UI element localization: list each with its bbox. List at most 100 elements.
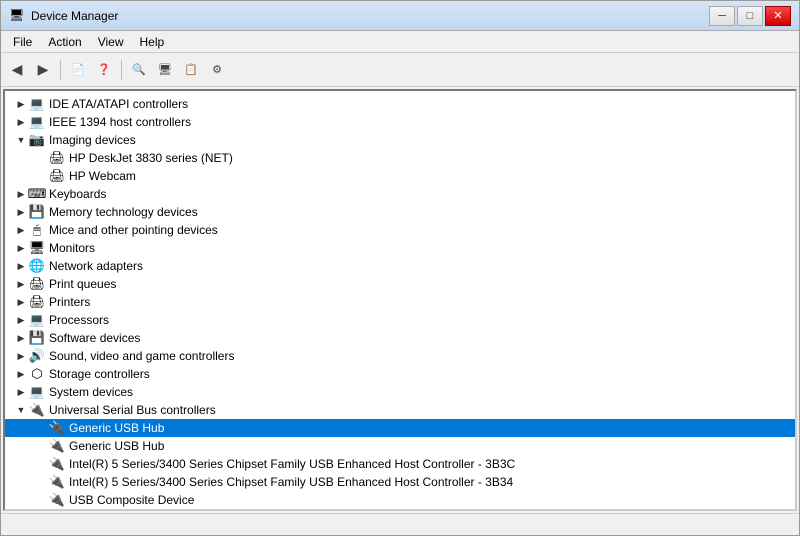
- tree-item-monitors[interactable]: 🖥 Monitors: [5, 239, 795, 257]
- label-hp-deskjet: HP DeskJet 3830 series (NET): [69, 151, 233, 165]
- forward-button[interactable]: ▶: [31, 58, 55, 82]
- menu-help[interactable]: Help: [132, 32, 173, 52]
- expand-sound-video[interactable]: [13, 348, 29, 364]
- expand-storage[interactable]: [13, 366, 29, 382]
- title-bar-controls: ─ □ ✕: [709, 6, 791, 26]
- icon-ide-ata: 💻: [29, 96, 45, 112]
- resource-button[interactable]: 📋: [179, 58, 203, 82]
- expand-memory-tech[interactable]: [13, 204, 29, 220]
- scan-button[interactable]: 🔍: [127, 58, 151, 82]
- label-keyboards: Keyboards: [49, 187, 106, 201]
- tree-item-usb-composite[interactable]: 🔌 USB Composite Device: [5, 491, 795, 509]
- icon-usb-ctrl: 🔌: [29, 402, 45, 418]
- expand-software-dev[interactable]: [13, 330, 29, 346]
- device-button[interactable]: 🖥: [153, 58, 177, 82]
- expand-usb-ctrl[interactable]: [13, 402, 29, 418]
- expand-printers[interactable]: [13, 294, 29, 310]
- icon-monitors: 🖥: [29, 240, 45, 256]
- icon-printers: 🖨: [29, 294, 45, 310]
- label-monitors: Monitors: [49, 241, 95, 255]
- expand-network[interactable]: [13, 258, 29, 274]
- tree-item-storage[interactable]: ⬡ Storage controllers: [5, 365, 795, 383]
- tree-item-ieee1394[interactable]: 💻 IEEE 1394 host controllers: [5, 113, 795, 131]
- expand-system-dev[interactable]: [13, 384, 29, 400]
- tree-item-generic-usb-hub-2[interactable]: 🔌 Generic USB Hub: [5, 437, 795, 455]
- label-imaging: Imaging devices: [49, 133, 136, 147]
- minimize-button[interactable]: ─: [709, 6, 735, 26]
- expand-ieee1394[interactable]: [13, 114, 29, 130]
- tree-item-print-queues[interactable]: 🖨 Print queues: [5, 275, 795, 293]
- label-usb-composite: USB Composite Device: [69, 493, 194, 507]
- label-intel-usb-3b3c: Intel(R) 5 Series/3400 Series Chipset Fa…: [69, 457, 515, 471]
- back-button[interactable]: ◀: [5, 58, 29, 82]
- tree-item-ide-ata[interactable]: 💻 IDE ATA/ATAPI controllers: [5, 95, 795, 113]
- tree-item-processors[interactable]: 💻 Processors: [5, 311, 795, 329]
- icon-processors: 💻: [29, 312, 45, 328]
- device-tree[interactable]: 💻 IDE ATA/ATAPI controllers 💻 IEEE 1394 …: [5, 91, 795, 509]
- tree-item-usb-ctrl[interactable]: 🔌 Universal Serial Bus controllers: [5, 401, 795, 419]
- icon-intel-usb-3b34: 🔌: [49, 474, 65, 490]
- toolbar-sep-1: [60, 60, 61, 80]
- tree-item-memory-tech[interactable]: 💾 Memory technology devices: [5, 203, 795, 221]
- expand-imaging[interactable]: [13, 132, 29, 148]
- expand-usb-composite: [33, 492, 49, 508]
- window-icon: 🖥: [9, 8, 25, 24]
- toolbar: ◀ ▶ 📄 ❓ 🔍 🖥 📋 ⚙: [1, 53, 799, 87]
- icon-memory-tech: 💾: [29, 204, 45, 220]
- menu-view[interactable]: View: [90, 32, 132, 52]
- tree-item-intel-usb-3b34[interactable]: 🔌 Intel(R) 5 Series/3400 Series Chipset …: [5, 473, 795, 491]
- tree-item-imaging[interactable]: 📷 Imaging devices: [5, 131, 795, 149]
- maximize-button[interactable]: □: [737, 6, 763, 26]
- menu-file[interactable]: File: [5, 32, 40, 52]
- label-intel-usb-3b34: Intel(R) 5 Series/3400 Series Chipset Fa…: [69, 475, 513, 489]
- tree-item-generic-usb-hub-1[interactable]: 🔌 Generic USB Hub: [5, 419, 795, 437]
- label-usb-ctrl: Universal Serial Bus controllers: [49, 403, 216, 417]
- action-button[interactable]: ❓: [92, 58, 116, 82]
- expand-mice[interactable]: [13, 222, 29, 238]
- label-ide-ata: IDE ATA/ATAPI controllers: [49, 97, 188, 111]
- properties-button[interactable]: 📄: [66, 58, 90, 82]
- tree-item-system-dev[interactable]: 💻 System devices: [5, 383, 795, 401]
- label-memory-tech: Memory technology devices: [49, 205, 198, 219]
- expand-generic-usb-hub-2: [33, 438, 49, 454]
- expand-intel-usb-3b3c: [33, 456, 49, 472]
- tree-item-hp-deskjet[interactable]: 🖨 HP DeskJet 3830 series (NET): [5, 149, 795, 167]
- icon-ieee1394: 💻: [29, 114, 45, 130]
- icon-network: 🌐: [29, 258, 45, 274]
- label-hp-webcam: HP Webcam: [69, 169, 136, 183]
- tree-item-network[interactable]: 🌐 Network adapters: [5, 257, 795, 275]
- tree-item-intel-usb-3b3c[interactable]: 🔌 Intel(R) 5 Series/3400 Series Chipset …: [5, 455, 795, 473]
- tree-item-software-dev[interactable]: 💾 Software devices: [5, 329, 795, 347]
- icon-sound-video: 🔊: [29, 348, 45, 364]
- driver-button[interactable]: ⚙: [205, 58, 229, 82]
- title-bar: 🖥 Device Manager ─ □ ✕: [1, 1, 799, 31]
- tree-item-printers[interactable]: 🖨 Printers: [5, 293, 795, 311]
- label-print-queues: Print queues: [49, 277, 116, 291]
- expand-monitors[interactable]: [13, 240, 29, 256]
- expand-processors[interactable]: [13, 312, 29, 328]
- label-generic-usb-hub-2: Generic USB Hub: [69, 439, 164, 453]
- expand-hp-webcam: [33, 168, 49, 184]
- label-printers: Printers: [49, 295, 90, 309]
- menu-action[interactable]: Action: [40, 32, 89, 52]
- tree-item-hp-webcam[interactable]: 🖨 HP Webcam: [5, 167, 795, 185]
- expand-print-queues[interactable]: [13, 276, 29, 292]
- icon-software-dev: 💾: [29, 330, 45, 346]
- title-bar-left: 🖥 Device Manager: [9, 8, 118, 24]
- tree-item-keyboards[interactable]: ⌨ Keyboards: [5, 185, 795, 203]
- label-processors: Processors: [49, 313, 109, 327]
- icon-hp-deskjet: 🖨: [49, 150, 65, 166]
- icon-generic-usb-hub-1: 🔌: [49, 420, 65, 436]
- icon-usb-composite: 🔌: [49, 492, 65, 508]
- toolbar-sep-2: [121, 60, 122, 80]
- icon-hp-webcam: 🖨: [49, 168, 65, 184]
- tree-item-sound-video[interactable]: 🔊 Sound, video and game controllers: [5, 347, 795, 365]
- icon-storage: ⬡: [29, 366, 45, 382]
- tree-item-mice[interactable]: 🖱 Mice and other pointing devices: [5, 221, 795, 239]
- close-button[interactable]: ✕: [765, 6, 791, 26]
- icon-system-dev: 💻: [29, 384, 45, 400]
- expand-ide-ata[interactable]: [13, 96, 29, 112]
- label-software-dev: Software devices: [49, 331, 140, 345]
- label-network: Network adapters: [49, 259, 143, 273]
- expand-keyboards[interactable]: [13, 186, 29, 202]
